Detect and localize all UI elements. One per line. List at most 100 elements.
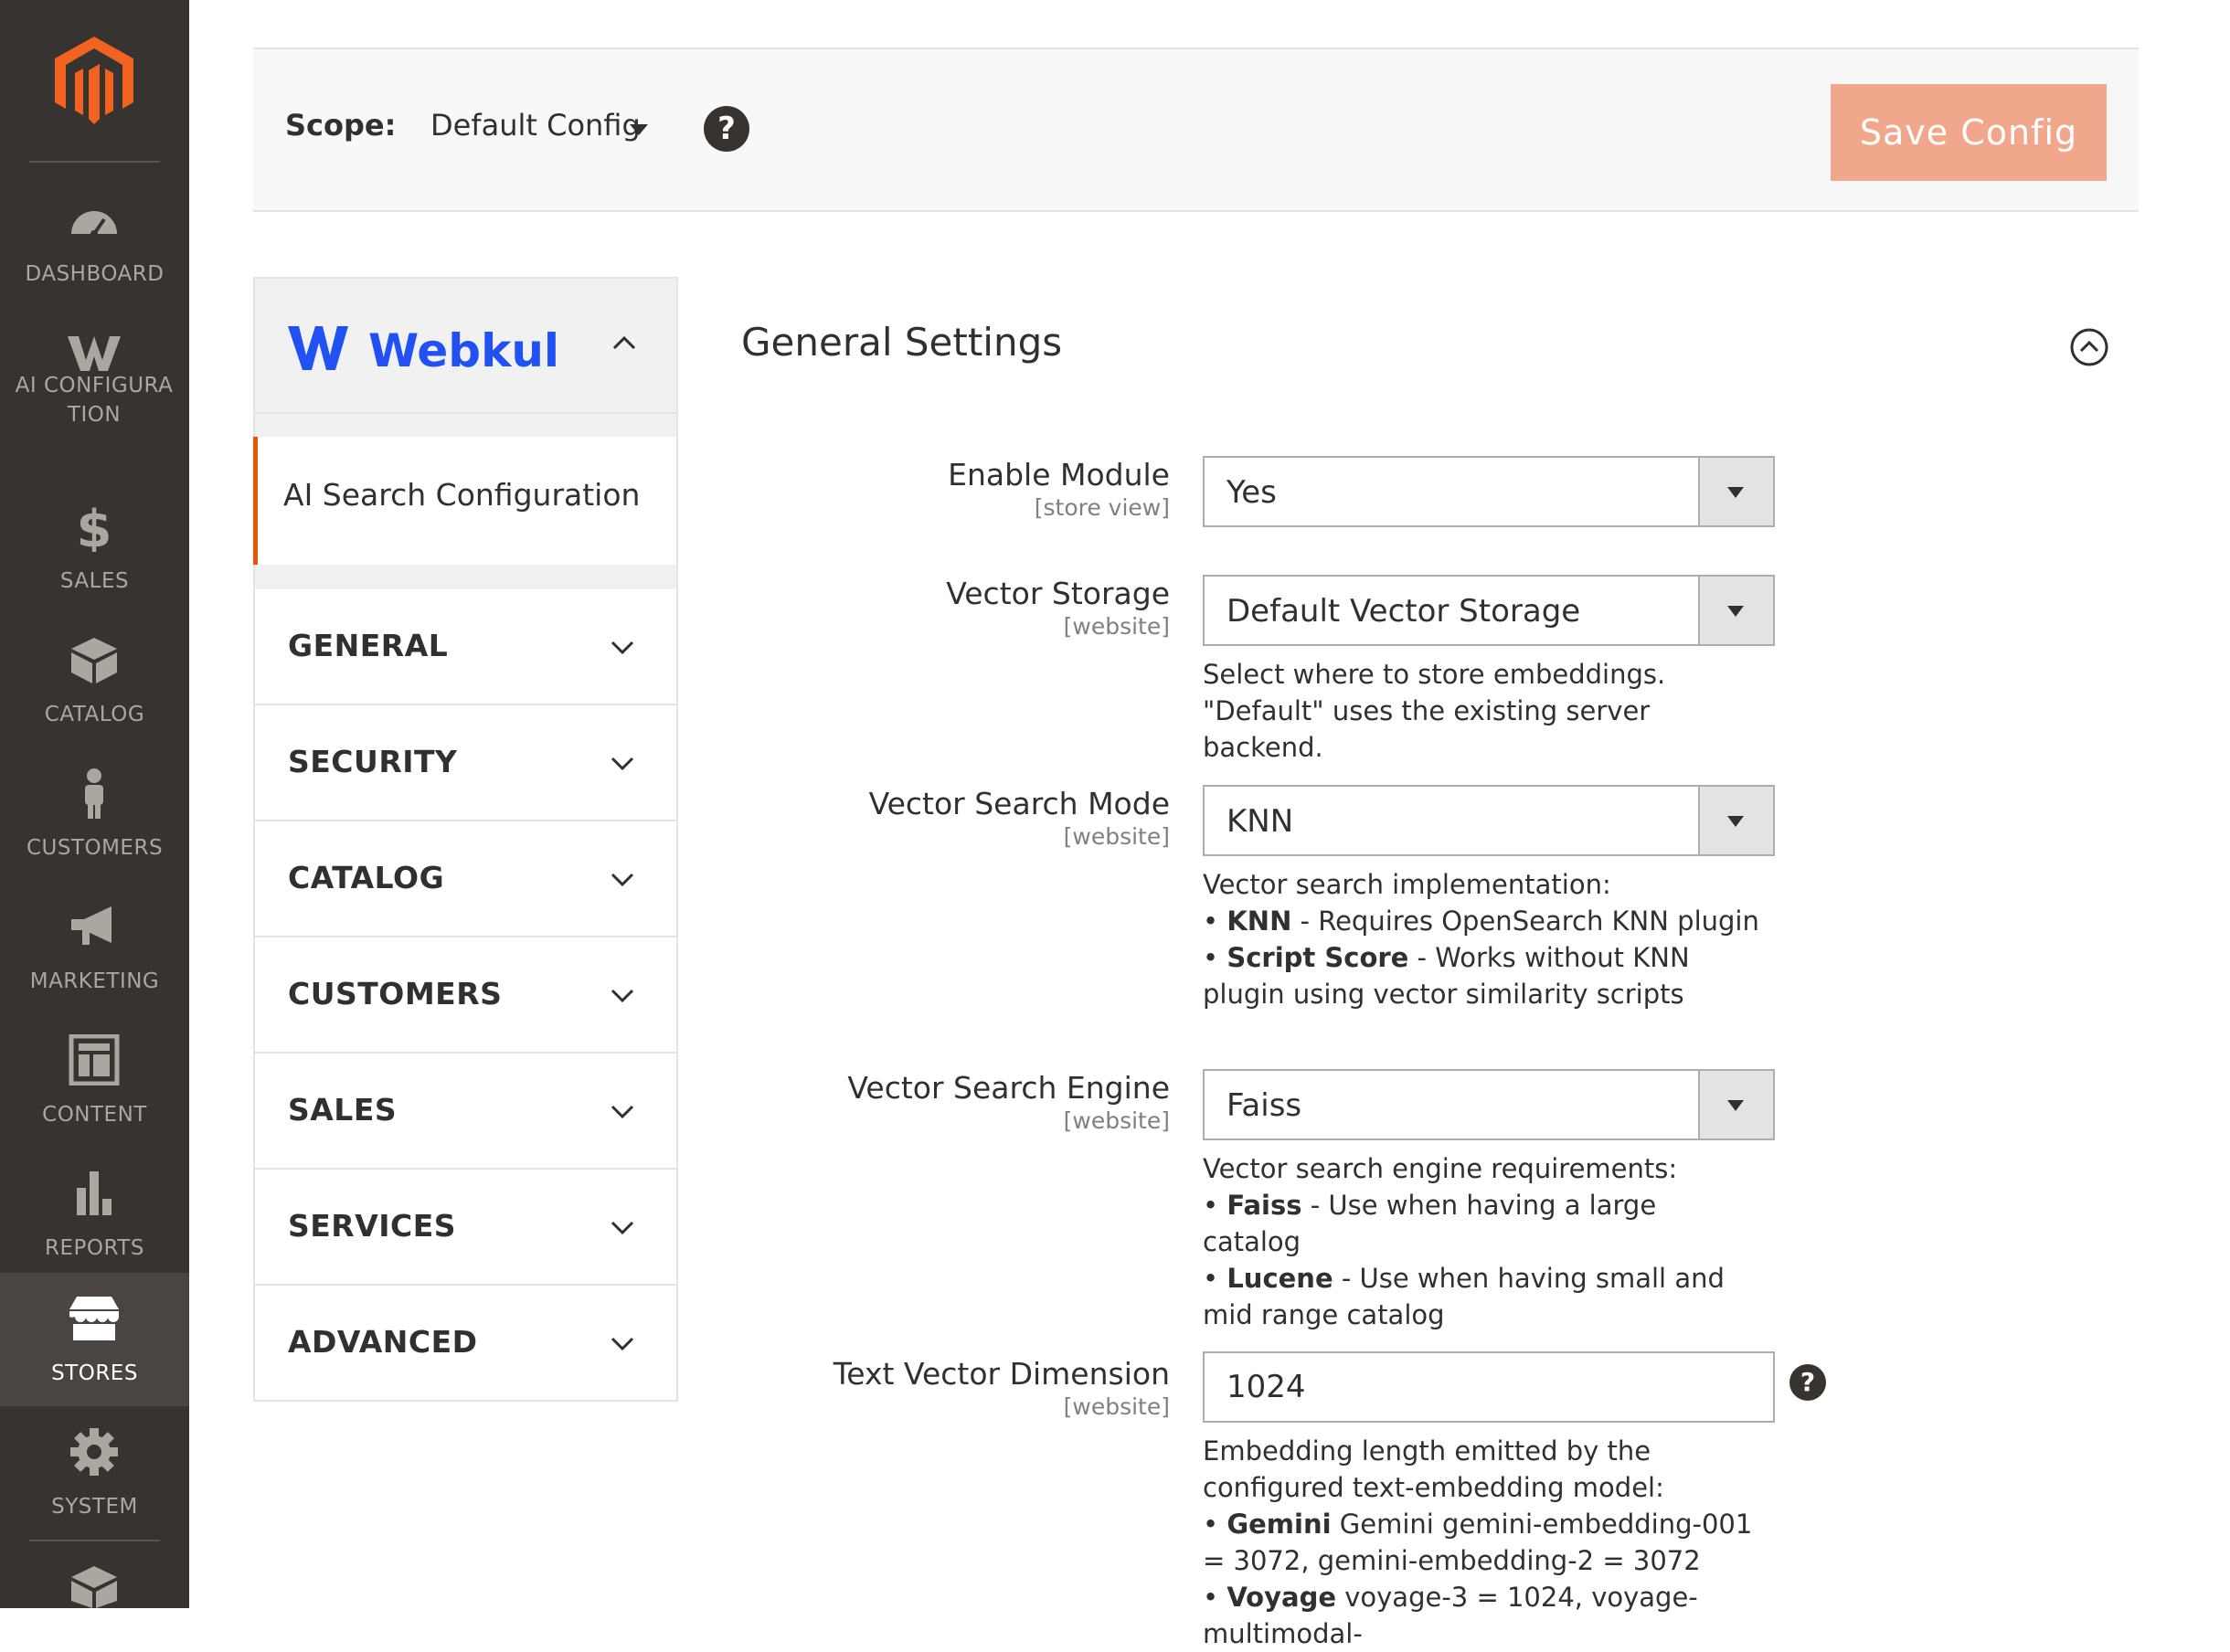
text-vector-dimension-label: Text Vector Dimension [website] [834,1356,1170,1420]
tab-group-webkul[interactable]: Webkul [253,277,678,414]
select-value: Default Vector Storage [1226,593,1581,630]
person-icon [85,768,103,819]
nav-item-stores[interactable]: STORES [0,1273,189,1406]
chevron-down-icon [611,1337,634,1351]
note-intro: Vector search implementation: [1203,869,1611,900]
page-actions-bar: Scope: Default Config ? Save Config [253,48,2139,212]
webkul-logo: Webkul [288,324,559,376]
dropdown-arrow-icon[interactable] [1698,787,1773,854]
tab-section-catalog[interactable]: CATALOG [253,821,678,937]
note-key: KNN [1226,905,1292,937]
enable-module-select[interactable]: Yes [1203,456,1775,527]
field-label-text: Enable Module [948,457,1170,492]
megaphone-icon [71,906,112,945]
enable-module-label: Enable Module [store view] [948,457,1170,521]
note-key: Script Score [1226,942,1409,973]
gear-icon [70,1428,118,1476]
tab-section-label: GENERAL [288,628,449,663]
help-icon[interactable]: ? [704,106,749,152]
extensions-box-icon[interactable] [66,1562,122,1608]
store-icon [69,1297,119,1340]
collapse-circle-icon[interactable] [2069,327,2109,367]
dropdown-arrow-icon[interactable] [1698,1071,1773,1138]
scope-label: Scope: [285,108,397,143]
nav-item-sales[interactable]: $ SALES [0,481,189,614]
help-icon[interactable]: ? [1789,1364,1826,1401]
box-icon [71,638,117,683]
note-text: - Requires OpenSearch KNN plugin [1291,905,1759,937]
bar-chart-icon [77,1171,112,1215]
note-bullet: • Gemini Gemini gemini-embedding-001 = 3… [1203,1509,1753,1576]
nav-label: AI CONFIGURATION [15,374,174,427]
nav-label: CATALOG [44,703,145,726]
save-config-button[interactable]: Save Config [1831,84,2107,181]
tab-section-advanced[interactable]: ADVANCED [253,1286,678,1402]
field-scope: [website] [1063,613,1170,640]
dollar-icon: $ [77,501,112,552]
tab-section-label: CUSTOMERS [288,976,503,1011]
layout-icon [69,1034,120,1085]
tab-section-sales[interactable]: SALES [253,1054,678,1170]
select-value: Yes [1226,474,1277,511]
field-scope: [website] [1063,1393,1170,1420]
nav-item-content[interactable]: CONTENT [0,1014,189,1148]
nav-label: REPORTS [45,1236,144,1260]
tab-section-label: CATALOG [288,860,445,895]
tab-section-general[interactable]: GENERAL [253,589,678,705]
field-label-text: Vector Search Engine [847,1070,1170,1106]
tab-item-ai-search-configuration[interactable]: AI Search Configuration [253,437,678,565]
vector-storage-note: Select where to store embeddings. "Defau… [1203,659,1666,763]
tab-section-label: ADVANCED [288,1324,478,1360]
vector-storage-select[interactable]: Default Vector Storage [1203,575,1775,646]
field-label-text: Text Vector Dimension [833,1356,1170,1392]
nav-item-ai-configuration[interactable]: AI CONFIGURATION [0,307,189,462]
select-value: Faiss [1226,1087,1302,1124]
chevron-down-icon [611,757,634,771]
vector-storage-label: Vector Storage [website] [946,576,1170,640]
svg-text:$: $ [77,501,112,552]
nav-item-system[interactable]: SYSTEM [0,1406,189,1540]
caret-down-icon[interactable] [630,124,648,135]
section-title[interactable]: General Settings [741,320,1062,365]
field-scope: [website] [1063,1107,1170,1134]
nav-label: SALES [59,569,130,593]
chevron-down-icon [611,1221,634,1235]
tab-section-customers[interactable]: CUSTOMERS [253,937,678,1054]
dashboard-icon [71,211,117,238]
note-bullet: • Lucene - Use when having small and mid… [1203,1263,1725,1330]
scope-switcher[interactable]: Default Config [430,108,641,143]
note-bullet: • Script Score - Works without KNN plugi… [1203,942,1690,1010]
tab-section-label: SERVICES [288,1208,457,1244]
chevron-up-icon[interactable] [610,328,639,357]
text-vector-dimension-input[interactable] [1203,1351,1775,1423]
chevron-down-icon [611,641,634,655]
dropdown-arrow-icon[interactable] [1698,577,1773,644]
note-bullet: • Voyage voyage-3 = 1024, voyage-multimo… [1203,1582,1698,1649]
vector-search-mode-label: Vector Search Mode [website] [869,786,1170,850]
tab-section-security[interactable]: SECURITY [253,705,678,821]
nav-label: STORES [51,1361,138,1385]
vector-search-engine-select[interactable]: Faiss [1203,1069,1775,1140]
dropdown-arrow-icon[interactable] [1698,458,1773,525]
note-bullet: • Faiss - Use when having a large catalo… [1203,1190,1657,1257]
magento-logo-icon[interactable] [55,37,133,124]
nav-divider [29,161,160,163]
tab-group-spacer [253,565,678,589]
chevron-down-icon [611,1105,634,1119]
note-key: Gemini [1226,1509,1332,1540]
nav-item-dashboard[interactable]: DASHBOARD [0,174,189,307]
nav-item-customers[interactable]: CUSTOMERS [0,747,189,881]
tab-section-services[interactable]: SERVICES [253,1170,678,1286]
field-scope: [store view] [1034,494,1170,521]
vector-search-mode-select[interactable]: KNN [1203,785,1775,856]
note-intro: Vector search engine requirements: [1203,1153,1678,1184]
tab-group-spacer [253,414,678,437]
nav-item-catalog[interactable]: CATALOG [0,614,189,747]
note-intro: Embedding length emitted by the configur… [1203,1435,1664,1503]
note-key: Lucene [1226,1263,1333,1294]
tab-item-label: AI Search Configuration [283,477,641,513]
nav-label: SYSTEM [51,1495,138,1519]
nav-item-marketing[interactable]: MARKETING [0,881,189,1014]
nav-item-reports[interactable]: REPORTS [0,1148,189,1281]
nav-label: MARKETING [29,969,160,993]
